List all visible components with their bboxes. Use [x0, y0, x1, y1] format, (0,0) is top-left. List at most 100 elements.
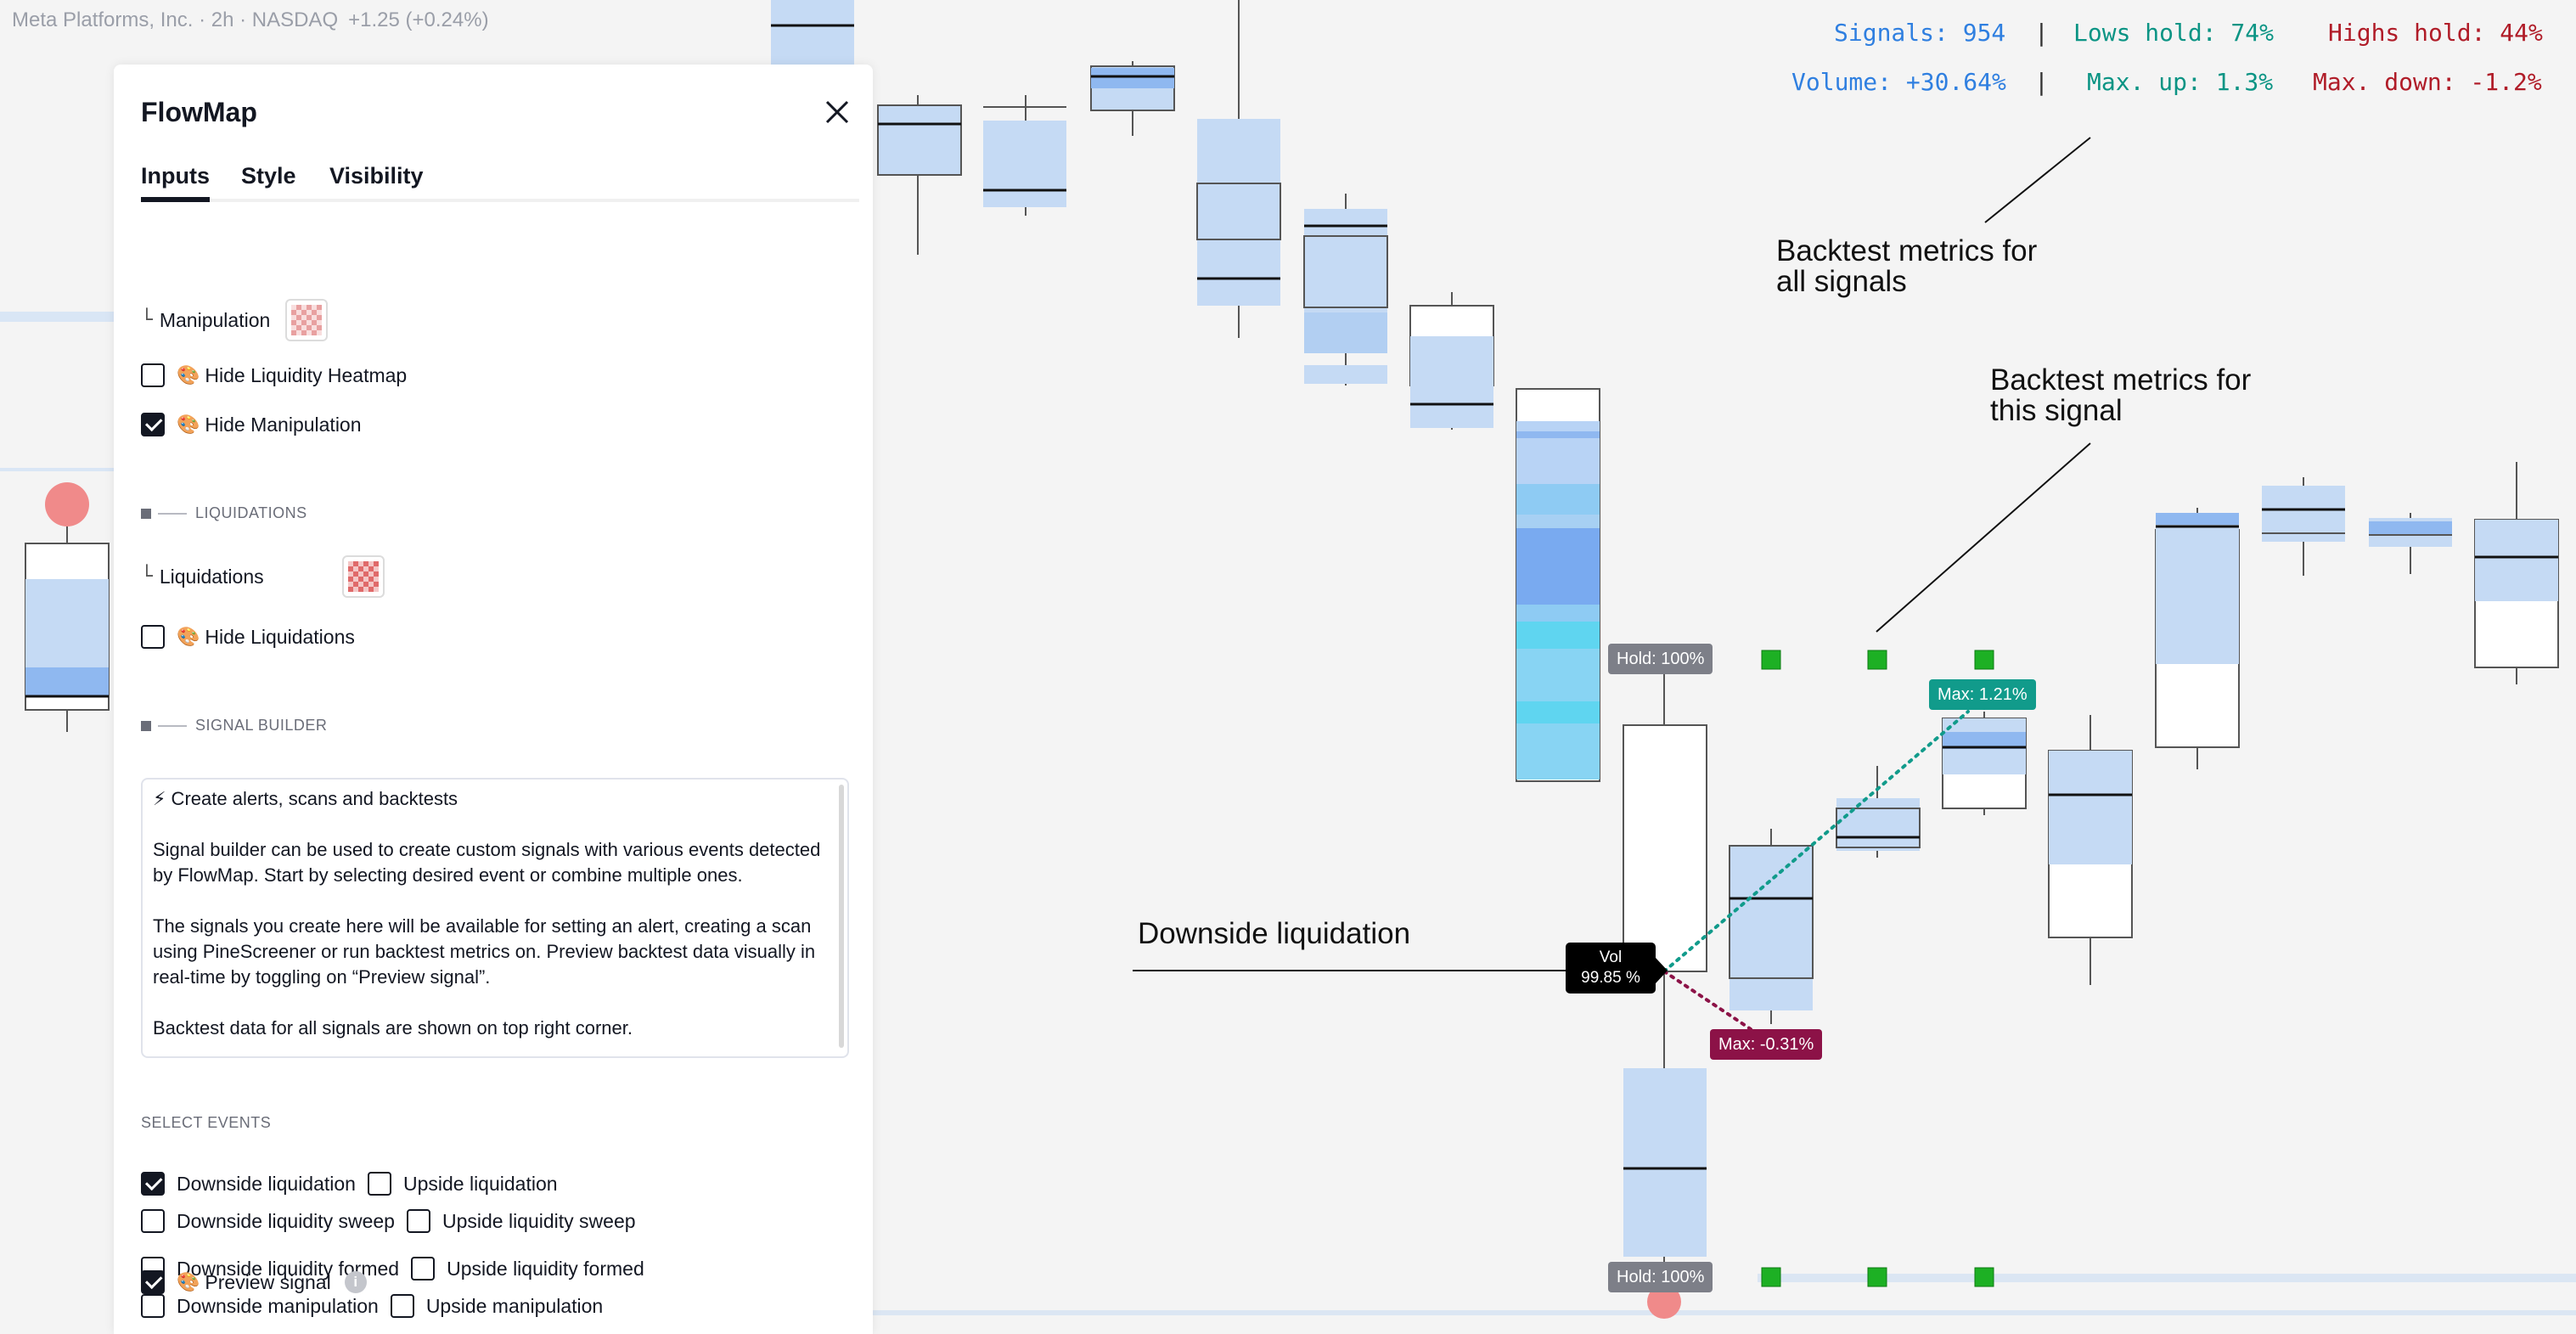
- signal-marker: [1761, 650, 1781, 670]
- hide-liquidations-checkbox[interactable]: [141, 625, 165, 649]
- textarea-para3: Backtest data for all signals are shown …: [153, 1017, 633, 1038]
- highs-hold-metric: Highs hold: 44%: [2328, 19, 2543, 47]
- upside-liquidity-formed-label: Upside liquidity formed: [447, 1257, 644, 1280]
- upside-liquidation-label: Upside liquidation: [402, 1172, 558, 1195]
- price-band: [0, 468, 114, 471]
- upside-manipulation-checkbox[interactable]: [390, 1294, 414, 1318]
- signal-builder-section-title: SIGNAL BUILDER: [195, 717, 328, 734]
- palette-icon: 🎨: [177, 414, 200, 435]
- manipulation-label: Manipulation: [159, 308, 271, 331]
- candle-body: [1303, 235, 1388, 308]
- annotation-downside: Downside liquidation: [1138, 917, 1411, 950]
- candle-body: [1836, 808, 1921, 848]
- liquidation-block: [1516, 622, 1600, 649]
- liquidation-block: [1516, 431, 1600, 438]
- preview-signal-label: Preview signal: [205, 1270, 331, 1293]
- hide-manipulation-checkbox[interactable]: [141, 413, 165, 436]
- textarea-scrollbar[interactable]: [839, 785, 844, 1048]
- manipulation-color-swatch[interactable]: [285, 299, 329, 341]
- checker-pattern: [291, 305, 323, 335]
- volume-label-title: Vol: [1599, 948, 1623, 966]
- liquidations-label: Liquidations: [159, 565, 264, 588]
- palette-icon: 🎨: [177, 626, 200, 647]
- palette-icon: 🎨: [177, 1271, 200, 1292]
- signal-builder-description[interactable]: ⚡ Create alerts, scans and backtests Sig…: [141, 778, 849, 1058]
- downside-liquidation-checkbox[interactable]: [141, 1172, 165, 1196]
- upside-manipulation-label: Upside manipulation: [425, 1294, 604, 1317]
- downside-liquidity-sweep-checkbox[interactable]: [141, 1209, 165, 1233]
- hide-manipulation-row: 🎨 Hide Manipulation: [141, 413, 362, 436]
- candle-volume: [2475, 520, 2558, 601]
- annotation-all-signals: Backtest metrics for all signals: [1776, 234, 2038, 298]
- candle-body: [1196, 183, 1281, 240]
- liquidation-block: [1516, 605, 1600, 622]
- volume-metric: Volume: +30.64%: [1791, 68, 2006, 96]
- candle-volume: [25, 667, 109, 696]
- hold-chip-bottom: Hold: 100%: [1608, 1262, 1713, 1292]
- tree-connector-icon: └: [141, 309, 153, 331]
- candle-volume: [983, 121, 1066, 207]
- signal-marker: [1761, 1267, 1781, 1287]
- preview-signal-row: 🎨 Preview signal i: [141, 1270, 367, 1294]
- signal-marker: [1974, 1267, 1994, 1287]
- price-band: [0, 312, 114, 322]
- symbol-info: Meta Platforms, Inc. · 2h · NASDAQ +1.25 …: [12, 8, 489, 32]
- tab-visibility[interactable]: Visibility: [329, 163, 424, 202]
- hide-manipulation-label: Hide Manipulation: [205, 413, 362, 436]
- max-down-chip: Max: -0.31%: [1710, 1029, 1823, 1060]
- annotation-line: [1984, 137, 2091, 223]
- upside-liquidity-sweep-checkbox[interactable]: [406, 1209, 430, 1233]
- upside-liquidation-checkbox[interactable]: [367, 1172, 391, 1196]
- signal-marker: [1974, 650, 1994, 670]
- candle-volume: [1410, 386, 1493, 428]
- hide-liquidity-heatmap-label: Hide Liquidity Heatmap: [205, 363, 408, 386]
- hide-liquidations-label: Hide Liquidations: [205, 625, 355, 648]
- candle-volume: [1623, 1068, 1707, 1257]
- section-line: [158, 724, 187, 727]
- candle-volume: [1304, 365, 1387, 384]
- hide-liquidations-row: 🎨 Hide Liquidations: [141, 625, 355, 649]
- events-row-4: Downside manipulation Upside manipulatio…: [141, 1294, 603, 1318]
- lows-hold-metric: Lows hold: 74%: [2073, 19, 2275, 47]
- tab-style[interactable]: Style: [241, 163, 296, 202]
- symbol-change: +1.25 (+0.24%): [348, 8, 489, 31]
- candle-body: [877, 104, 962, 176]
- section-bullet-icon: [141, 720, 151, 731]
- candle-volume: [1091, 68, 1174, 88]
- section-line: [158, 512, 187, 515]
- liquidation-block: [1516, 723, 1600, 780]
- preview-signal-checkbox[interactable]: [141, 1270, 165, 1294]
- textarea-para1: Signal builder can be used to create cus…: [153, 839, 821, 886]
- downside-manipulation-label: Downside manipulation: [177, 1294, 379, 1317]
- candle-body: [771, 0, 854, 65]
- candle-body: [1729, 845, 1814, 979]
- signals-metric: Signals: 954: [1834, 19, 2006, 47]
- volume-label-value: 99.85 %: [1581, 969, 1640, 987]
- candle-volume: [25, 579, 109, 667]
- events-row-1: Downside liquidation Upside liquidation: [141, 1172, 558, 1196]
- hide-liquidity-heatmap-checkbox[interactable]: [141, 363, 165, 387]
- candle-volume: [1304, 312, 1387, 353]
- textarea-para2: The signals you create here will be avai…: [153, 915, 816, 988]
- tab-inputs[interactable]: Inputs: [141, 163, 210, 202]
- upside-liquidity-formed-checkbox[interactable]: [411, 1257, 436, 1281]
- close-button[interactable]: [820, 95, 854, 129]
- metric-separator: |: [2034, 68, 2049, 96]
- signal-marker: [1867, 1267, 1887, 1287]
- liquidations-color-swatch[interactable]: [341, 555, 385, 598]
- upside-liquidity-sweep-label: Upside liquidity sweep: [442, 1209, 636, 1232]
- palette-icon: 🎨: [177, 364, 200, 386]
- liquidation-block: [1516, 515, 1600, 528]
- info-icon[interactable]: i: [344, 1271, 367, 1293]
- downside-liquidity-sweep-label: Downside liquidity sweep: [177, 1209, 395, 1232]
- inputs-scroll-area[interactable]: └ Manipulation 🎨 Hide Liquidity Heatmap …: [114, 205, 873, 1334]
- dialog-tabs: Inputs Style Visibility: [141, 163, 859, 202]
- settings-dialog: FlowMap Inputs Style Visibility └ Manipu…: [114, 65, 873, 1334]
- volume-label: Vol 99.85 %: [1566, 943, 1656, 993]
- max-up-metric: Max. up: 1.3%: [2087, 68, 2274, 96]
- downside-manipulation-checkbox[interactable]: [141, 1294, 165, 1318]
- liquidation-block: [1516, 701, 1600, 723]
- hold-chip-top: Hold: 100%: [1608, 644, 1713, 674]
- signal-builder-section-header: SIGNAL BUILDER: [141, 717, 327, 735]
- annotation-line: [1876, 442, 2091, 633]
